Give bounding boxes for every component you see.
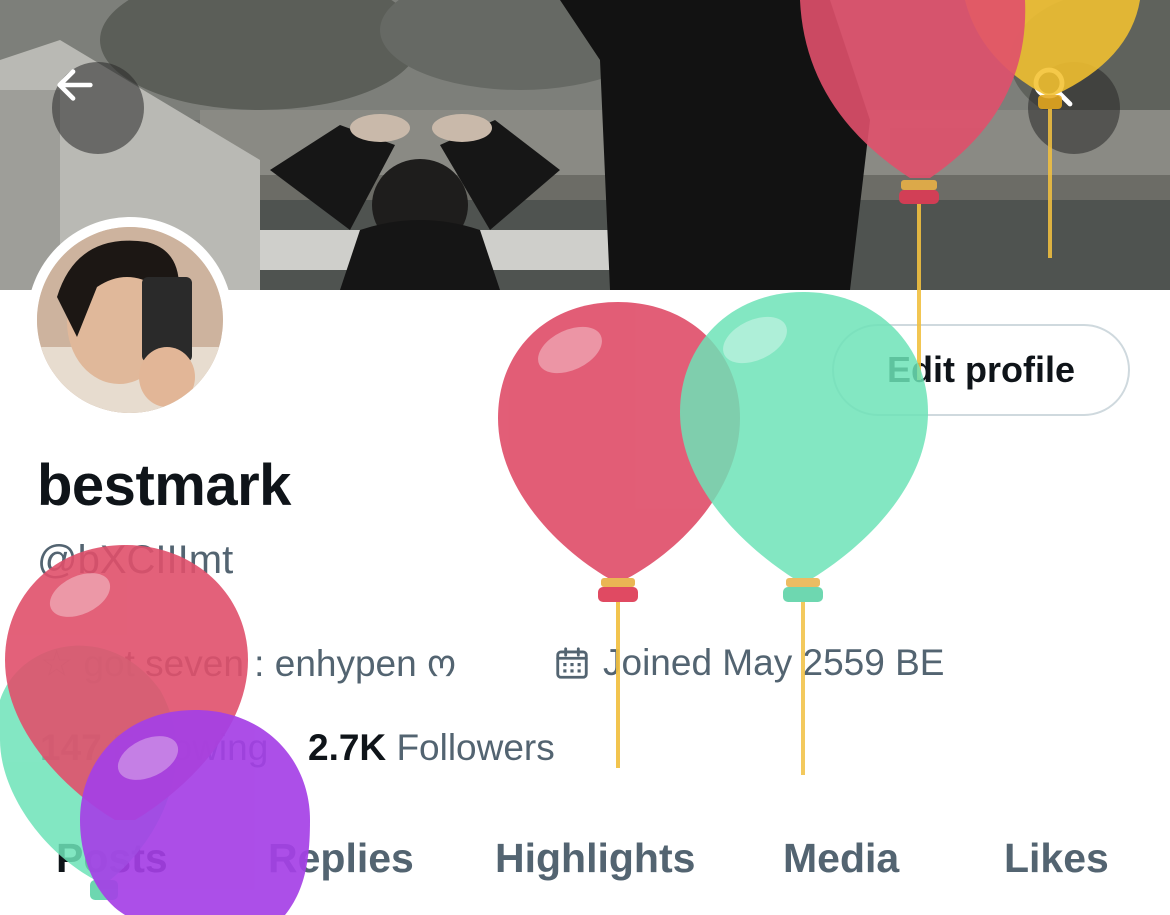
joined-date: Joined May 2559 BE: [553, 642, 944, 684]
avatar-frame[interactable]: [27, 217, 233, 423]
back-button[interactable]: [52, 62, 144, 154]
tab-posts[interactable]: Posts: [56, 835, 168, 882]
avatar-photo: [37, 227, 223, 413]
following-link[interactable]: 147 Following: [40, 727, 268, 769]
tab-media[interactable]: Media: [783, 835, 899, 882]
tab-replies[interactable]: Replies: [268, 835, 414, 882]
joined-text: Joined May 2559 BE: [603, 642, 945, 683]
calendar-icon: [556, 647, 588, 679]
arrow-left-icon: [57, 69, 93, 101]
following-label: Following: [112, 727, 269, 768]
bio-text: ☆ got seven : enhypen ო: [40, 643, 457, 684]
following-count: 147: [40, 727, 102, 768]
search-button[interactable]: [1028, 62, 1120, 154]
user-handle: @bXCIIImt: [37, 538, 234, 582]
profile-tabs: Posts Replies Highlights Media Likes: [0, 835, 1170, 895]
tab-likes[interactable]: Likes: [1004, 835, 1109, 882]
search-icon: [1033, 67, 1073, 107]
avatar[interactable]: [37, 227, 223, 413]
bio-line: ☆ got seven : enhypen ო: [40, 642, 456, 685]
display-name: bestmark: [37, 453, 291, 518]
followers-count: 2.7K: [308, 727, 387, 768]
edit-profile-label: Edit profile: [887, 349, 1075, 390]
balloon-red-center: [498, 302, 740, 768]
tab-highlights[interactable]: Highlights: [495, 835, 695, 882]
edit-profile-button[interactable]: Edit profile: [832, 324, 1130, 416]
followers-label: Followers: [396, 727, 555, 768]
followers-link[interactable]: 2.7K Followers: [308, 727, 555, 769]
